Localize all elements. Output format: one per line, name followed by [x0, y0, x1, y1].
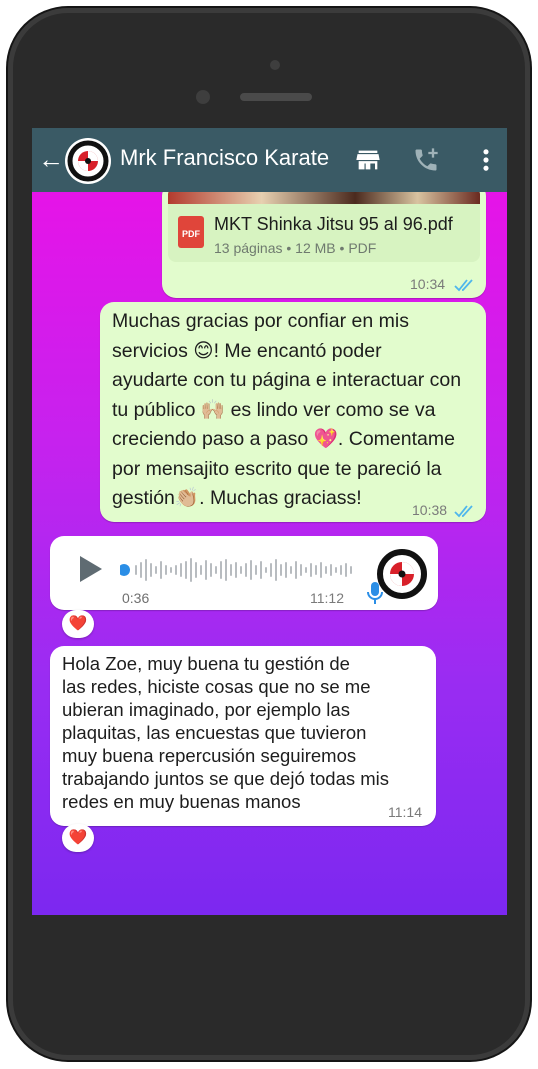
- voice-message-bubble[interactable]: 0:36 11:12: [50, 536, 438, 610]
- message-line: creciendo paso a paso 💖. Comentame: [112, 428, 455, 450]
- earpiece-speaker: [240, 93, 312, 101]
- message-timestamp: 10:38: [412, 502, 448, 518]
- voice-duration: 0:36: [122, 590, 150, 606]
- chat-screen: ← Mrk Francisco Karate PDF MKT Shinka Ji…: [32, 128, 507, 915]
- more-vert-icon[interactable]: [472, 146, 500, 174]
- outgoing-message-text: Muchas gracias por confiar en mis servic…: [112, 307, 482, 514]
- back-arrow-icon[interactable]: ←: [38, 144, 64, 174]
- document-file-name: MKT Shinka Jitsu 95 al 96.pdf: [214, 214, 453, 234]
- document-message-bubble[interactable]: PDF MKT Shinka Jitsu 95 al 96.pdf 13 pág…: [162, 182, 486, 298]
- message-timestamp: 11:14: [388, 804, 422, 820]
- message-line: ayudarte con tu página e interactuar con: [112, 369, 462, 391]
- heart-reaction[interactable]: ❤️: [62, 610, 94, 638]
- message-line: las redes, hiciste cosas que no se me: [62, 676, 371, 697]
- message-line: muy buena repercusión seguiremos: [62, 745, 357, 766]
- front-camera: [196, 90, 210, 104]
- incoming-message-bubble[interactable]: Hola Zoe, muy buena tu gestión de las re…: [50, 646, 436, 826]
- message-line: Hola Zoe, muy buena tu gestión de: [62, 653, 350, 674]
- document-card[interactable]: PDF MKT Shinka Jitsu 95 al 96.pdf 13 pág…: [168, 204, 480, 262]
- document-meta: 13 páginas • 12 MB • PDF: [214, 240, 377, 256]
- incoming-message-text: Hola Zoe, muy buena tu gestión de las re…: [62, 652, 432, 813]
- read-ticks-icon: [454, 279, 473, 292]
- proximity-sensor: [270, 60, 280, 70]
- message-line: tu público 🙌🏼 es lindo ver como se va: [112, 398, 436, 421]
- message-timestamp: 10:34: [410, 276, 446, 292]
- document-preview-image: [168, 190, 480, 204]
- message-line: Muchas gracias por confiar en mis: [112, 310, 409, 332]
- heart-reaction[interactable]: ❤️: [62, 824, 94, 852]
- chat-header: ← Mrk Francisco Karate: [32, 128, 507, 192]
- contact-avatar[interactable]: [65, 138, 111, 184]
- message-line: plaquitas, las encuestas que tuvieron: [62, 722, 367, 743]
- read-ticks-icon: [454, 505, 473, 518]
- add-call-icon[interactable]: [412, 146, 440, 174]
- message-line: por mensajito escrito que te pareció la: [112, 457, 442, 480]
- shop-icon[interactable]: [354, 146, 382, 174]
- message-line: trabajando juntos se que dejó todas mis: [62, 768, 390, 789]
- play-icon[interactable]: [80, 556, 102, 582]
- message-line: ubieran imaginado, por ejemplo las: [62, 699, 350, 720]
- outgoing-message-bubble[interactable]: Muchas gracias por confiar en mis servic…: [100, 302, 486, 522]
- message-line: redes en muy buenas manos: [62, 791, 301, 812]
- message-timestamp: 11:12: [310, 590, 344, 606]
- message-line: servicios 😊! Me encantó poder: [112, 339, 382, 362]
- microphone-icon: [367, 582, 383, 604]
- voice-waveform[interactable]: [120, 554, 365, 586]
- pdf-file-icon: PDF: [178, 216, 204, 248]
- contact-name[interactable]: Mrk Francisco Karate: [120, 145, 329, 171]
